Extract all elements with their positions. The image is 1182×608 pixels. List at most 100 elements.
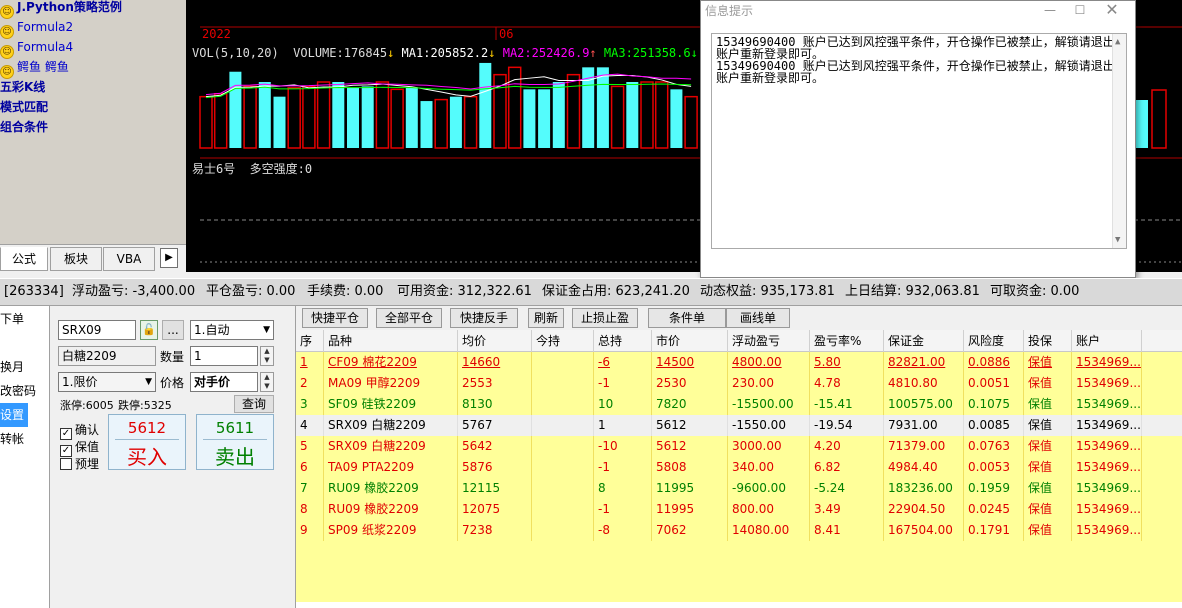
tree-label: 组合条件 — [0, 120, 49, 134]
menu-transfer[interactable]: 转帐 — [0, 427, 49, 451]
cell-avg-price: 14660 — [458, 352, 532, 373]
col-account[interactable]: 账户 — [1072, 330, 1142, 352]
table-row[interactable]: 7 RU09 橡胶2209 12115 8 11995 -9600.00 -5.24 1832… — [296, 478, 1182, 499]
col-hedge[interactable]: 投保 — [1024, 330, 1072, 352]
col-total-pos[interactable]: 总持 — [594, 330, 652, 352]
col-risk[interactable]: 风险度 — [964, 330, 1024, 352]
table-row[interactable]: 5 SRX09 白糖2209 5642 -10 5612 3000.00 4.20 71379… — [296, 436, 1182, 457]
col-avg-price[interactable]: 均价 — [458, 330, 532, 352]
tree-item-pattern[interactable]: 模式匹配 — [0, 97, 48, 117]
order-form: SRX09 🔓 ... 1.自动 ▼ 白糖2209 数量 1 ▲ ▼ 1.限价 ▼ 价… — [50, 306, 296, 608]
close-icon[interactable]: ✕ — [1097, 1, 1127, 19]
tree-item-colored-kline[interactable]: 五彩K线 — [0, 77, 45, 97]
table-row[interactable]: 9 SP09 纸浆2209 7238 -8 7062 14080.00 8.41 167504… — [296, 520, 1182, 541]
table-row[interactable]: 1 CF09 棉花2209 14660 -6 14500 4800.00 5.80 82821… — [296, 352, 1182, 373]
price-input[interactable]: 对手价 — [190, 372, 258, 392]
mode-select[interactable]: 1.自动 ▼ — [190, 320, 274, 340]
price-type-select[interactable]: 1.限价 ▼ — [58, 372, 156, 392]
message-box[interactable]: 15349690400 账户已达到风控强平条件，开仓操作已被禁止，解锁请退出 账… — [711, 33, 1127, 249]
volume-bar — [347, 87, 359, 148]
scroll-down-icon[interactable]: ▼ — [1115, 234, 1120, 246]
cell-index: 2 — [296, 373, 324, 394]
lock-icon[interactable]: 🔓 — [140, 320, 158, 340]
refresh-button[interactable]: 刷新 — [528, 308, 564, 328]
buy-price: 5612 — [127, 419, 167, 437]
sell-price: 5611 — [215, 419, 255, 437]
close-all-button[interactable]: 全部平仓 — [376, 308, 442, 328]
left-tab-bar: 公式 板块 VBA ▶ — [0, 244, 186, 272]
quantity-stepper[interactable]: ▲ ▼ — [260, 346, 274, 366]
tree-label: 五彩K线 — [0, 80, 46, 94]
buy-button[interactable]: 5612 买入 — [108, 414, 186, 470]
table-row[interactable]: 6 TA09 PTA2209 5876 -1 5808 340.00 6.82 4984.40… — [296, 457, 1182, 478]
cell-index: 4 — [296, 415, 324, 436]
volume-bar — [361, 86, 374, 148]
cell-total-pos: -10 — [594, 436, 652, 457]
table-row[interactable]: 3 SF09 硅铁2209 8130 10 7820 -15500.00 -15.41 100… — [296, 394, 1182, 415]
cell-today-pos — [532, 373, 594, 394]
menu-blank[interactable] — [0, 331, 49, 355]
cell-margin: 82821.00 — [884, 352, 964, 373]
col-margin[interactable]: 保证金 — [884, 330, 964, 352]
col-market-price[interactable]: 市价 — [652, 330, 728, 352]
cell-margin: 22904.50 — [884, 499, 964, 520]
tree-item-python[interactable]: ☺ J.Python策略范例 — [0, 0, 122, 19]
spin-down-icon[interactable]: ▼ — [261, 382, 273, 391]
tree-item-combo[interactable]: 组合条件 — [0, 117, 48, 137]
sell-button[interactable]: 5611 卖出 — [196, 414, 274, 470]
precondition-checkbox[interactable]: 预埋 — [60, 456, 99, 472]
contract-picker-button[interactable]: ... — [162, 320, 184, 340]
tree-item-formula2[interactable]: ☺ Formula2 — [0, 17, 73, 39]
scroll-up-icon[interactable]: ▲ — [1115, 36, 1120, 48]
tab-scroll-right-icon[interactable]: ▶ — [160, 248, 178, 268]
tab-sector[interactable]: 板块 — [50, 247, 102, 271]
menu-rollover[interactable]: 换月 — [0, 355, 49, 379]
spin-down-icon[interactable]: ▼ — [261, 356, 273, 365]
volume-bar — [523, 89, 536, 148]
tab-vba[interactable]: VBA — [103, 247, 155, 271]
col-today-pos[interactable]: 今持 — [532, 330, 594, 352]
menu-change-password[interactable]: 改密码 — [0, 379, 49, 403]
query-button[interactable]: 查询 — [234, 395, 274, 413]
spin-up-icon[interactable]: ▲ — [261, 347, 273, 356]
spin-up-icon[interactable]: ▲ — [261, 373, 273, 382]
price-stepper[interactable]: ▲ ▼ — [260, 372, 274, 392]
up-arrow-icon: ↑ — [589, 46, 597, 60]
cell-risk: 0.1791 — [964, 520, 1024, 541]
cell-avg-price: 7238 — [458, 520, 532, 541]
hedge-checkbox[interactable]: ✓ 保值 — [60, 439, 99, 457]
table-row[interactable]: 8 RU09 橡胶2209 12075 -1 11995 800.00 3.49 22904.… — [296, 499, 1182, 520]
buy-label: 买入 — [127, 445, 167, 469]
price-type-value: 1.限价 — [62, 375, 98, 389]
quantity-input[interactable]: 1 — [190, 346, 258, 366]
col-pl-rate[interactable]: 盈亏率% — [810, 330, 884, 352]
message-scrollbar[interactable]: ▲ ▼ — [1112, 34, 1126, 248]
cell-index: 6 — [296, 457, 324, 478]
maximize-icon[interactable]: ☐ — [1065, 1, 1095, 19]
conditional-order-button[interactable]: 条件单 — [648, 308, 726, 328]
col-instrument[interactable]: 品种 — [324, 330, 458, 352]
tree-label: 模式匹配 — [0, 100, 49, 114]
tree-item-alligator[interactable]: ☺ 鳄鱼 鳄鱼 — [0, 57, 69, 79]
line-order-button[interactable]: 画线单 — [726, 308, 790, 328]
quick-reverse-button[interactable]: 快捷反手 — [450, 308, 518, 328]
menu-order[interactable]: 下单 — [0, 307, 49, 331]
menu-settings[interactable]: 设置 — [0, 403, 28, 427]
divider — [203, 439, 267, 440]
tab-formula[interactable]: 公式 — [0, 247, 48, 271]
contract-input[interactable]: SRX09 — [58, 320, 136, 340]
tree-item-formula4[interactable]: ☺ Formula4 — [0, 37, 73, 59]
cell-risk: 0.0051 — [964, 373, 1024, 394]
minimize-icon[interactable]: — — [1035, 1, 1065, 19]
quick-close-button[interactable]: 快捷平仓 — [302, 308, 368, 328]
cell-market-price: 5612 — [652, 436, 728, 457]
volume-bar — [199, 95, 213, 149]
col-index[interactable]: 序 — [296, 330, 324, 352]
table-row[interactable]: 4 SRX09 白糖2209 5767 1 5612 -1550.00 -19.54 7931… — [296, 415, 1182, 436]
table-row[interactable]: 2 MA09 甲醇2209 2553 -1 2530 230.00 4.78 4810.80 0… — [296, 373, 1182, 394]
cell-pl-rate: 4.20 — [810, 436, 884, 457]
confirm-checkbox[interactable]: ✓ 确认 — [60, 422, 99, 440]
stop-loss-button[interactable]: 止损止盈 — [572, 308, 638, 328]
volume-bar — [449, 96, 462, 148]
col-floating-pl[interactable]: 浮动盈亏 — [728, 330, 810, 352]
